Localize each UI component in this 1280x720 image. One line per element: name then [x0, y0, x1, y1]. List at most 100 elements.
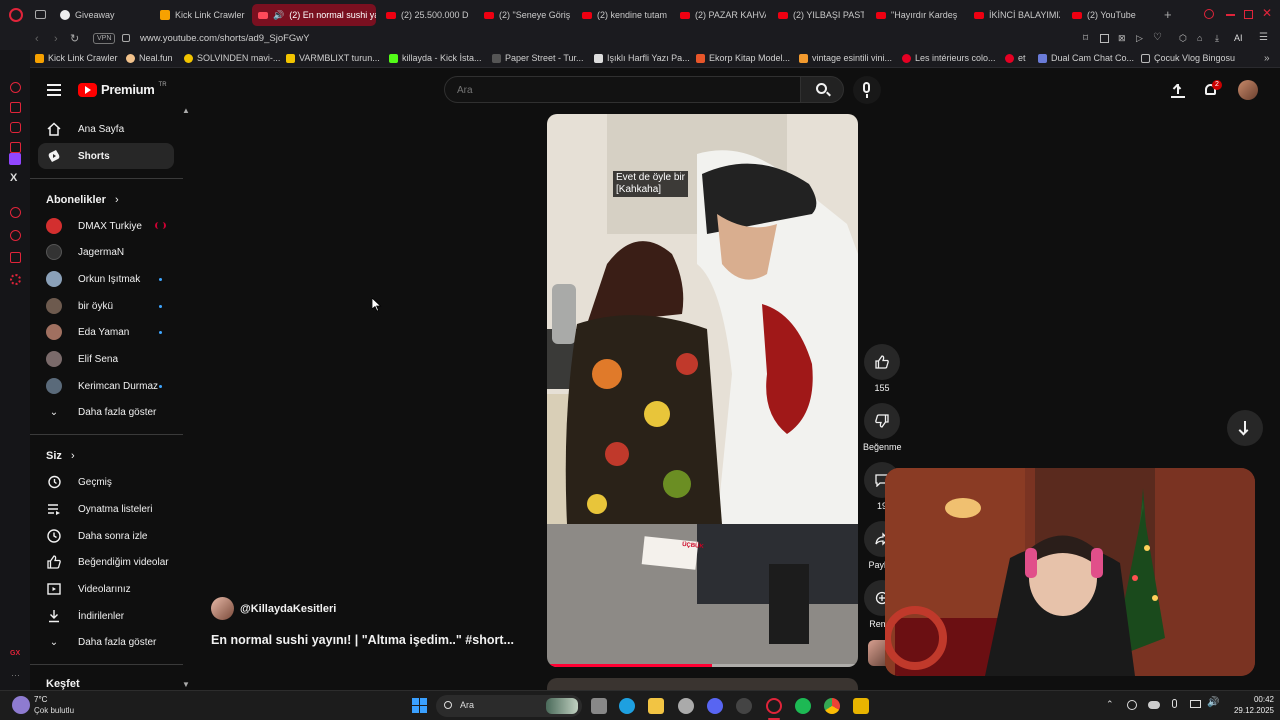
file-explorer-icon[interactable] — [648, 698, 664, 714]
search-tabs-icon[interactable] — [1204, 9, 1214, 19]
speaker-icon[interactable]: 🔊 — [1207, 697, 1219, 708]
channel-info[interactable]: @KillaydaKesitleri — [211, 597, 336, 620]
like-button[interactable]: 155 — [864, 344, 900, 393]
more-icon[interactable]: ⋯ — [11, 670, 20, 681]
opera-logo-icon[interactable] — [9, 8, 23, 22]
bookmark-icon[interactable]: ⌑ — [1083, 33, 1088, 44]
channel-handle[interactable]: @KillaydaKesitleri — [240, 603, 336, 615]
tab-youtube-5[interactable]: (2) PAZAR KAHVA — [674, 4, 766, 26]
bookmark-item[interactable]: VARMBLIXT turun... — [286, 53, 380, 63]
aria-ai-button[interactable]: AI — [1234, 33, 1243, 43]
tab-kick-link-crawler[interactable]: Kick Link Crawler — [154, 4, 254, 26]
tray-expand-icon[interactable]: ⌃ — [1106, 699, 1114, 710]
sidebar-item-playlists[interactable]: Oynatma listeleri — [38, 496, 174, 522]
maximize-icon[interactable] — [1244, 10, 1253, 19]
sidebar-scroll-down-icon[interactable]: ▼ — [182, 680, 190, 689]
url-field[interactable]: www.youtube.com/shorts/ad9_SjoFGwY — [140, 33, 310, 44]
tab-active-sushi[interactable]: 🔊 (2) En normal sushi ya — [252, 4, 376, 26]
lock-icon[interactable] — [122, 34, 130, 42]
snapshot-icon[interactable] — [1100, 34, 1109, 43]
tab-youtube-9[interactable]: (2) YouTube — [1066, 4, 1158, 26]
voice-search-button[interactable] — [853, 76, 881, 104]
bookmark-item[interactable]: Les intérieurs colo... — [902, 53, 996, 63]
progress-track[interactable] — [547, 664, 858, 667]
task-view-icon[interactable] — [591, 698, 607, 714]
forward-icon[interactable]: › — [54, 33, 58, 45]
chrome-icon[interactable] — [824, 698, 840, 714]
bookmark-item[interactable]: Kick Link Crawler — [35, 53, 118, 63]
clock-time[interactable]: 00:42 — [1230, 695, 1274, 704]
shorts-video-player[interactable]: ÜÇBÜK Evet de öyle bir [Kahkaha] — [547, 114, 858, 667]
notifications-button[interactable]: 2 — [1203, 80, 1222, 99]
search-box[interactable] — [444, 76, 801, 103]
subscription-bir-oyku[interactable]: bir öykü — [38, 293, 174, 319]
windows-start-icon[interactable] — [412, 698, 427, 713]
reload-icon[interactable]: ↻ — [70, 32, 79, 45]
account-avatar[interactable] — [1238, 80, 1258, 100]
bookmark-item[interactable]: Çocuk Vlog Bingosu — [1141, 53, 1235, 63]
sidebar-item-your-videos[interactable]: Videolarınız — [38, 576, 174, 602]
show-more-subscriptions[interactable]: ⌄ Daha fazla göster — [38, 399, 174, 425]
history-icon[interactable] — [10, 230, 21, 241]
gx-corner-icon[interactable]: GX — [10, 650, 20, 657]
bookmark-item[interactable]: Neal.fun — [126, 53, 173, 63]
sidebar-item-liked-videos[interactable]: Beğendiğim videolar — [38, 549, 174, 575]
extensions-icon[interactable] — [10, 252, 21, 263]
clock-app-icon[interactable] — [736, 698, 752, 714]
bookmark-item[interactable]: et — [1005, 53, 1026, 63]
profile-icon[interactable]: ⌂ — [1197, 33, 1202, 43]
shopping-icon[interactable] — [10, 102, 21, 113]
aria-icon[interactable] — [10, 82, 21, 93]
youtube-premium-logo[interactable]: Premium TR — [78, 82, 167, 97]
bookmark-item[interactable]: Dual Cam Chat Co... — [1038, 53, 1134, 63]
sidebar-item-downloads[interactable]: İndirilenler — [38, 603, 174, 629]
tab-giveaway[interactable]: Giveaway — [54, 4, 154, 26]
heart-icon[interactable]: ♡ — [1153, 32, 1162, 43]
back-icon[interactable]: ‹ — [35, 33, 39, 45]
create-upload-button[interactable] — [1171, 82, 1185, 98]
tab-youtube-2[interactable]: (2) 25.500.000 D — [380, 4, 472, 26]
tab-youtube-6[interactable]: (2) YILBAŞI PASTA — [772, 4, 864, 26]
subscription-kerimcan-durmaz[interactable]: Kerimcan Durmaz — [38, 373, 174, 399]
edge-icon[interactable] — [619, 698, 635, 714]
show-more-you[interactable]: ⌄ Daha fazla göster — [38, 629, 174, 655]
sidebar-item-history[interactable]: Geçmiş — [38, 469, 174, 495]
bookmark-item[interactable]: Işıklı Harfli Yazı Pa... — [594, 53, 690, 63]
tab-youtube-3[interactable]: (2) "Seneye Göriş — [478, 4, 570, 26]
bookmarks-more-icon[interactable]: » — [1264, 53, 1270, 64]
subscription-eda-yaman[interactable]: Eda Yaman — [38, 319, 174, 345]
settings-icon[interactable] — [10, 274, 21, 285]
player-icon[interactable] — [10, 207, 21, 218]
taskbar-search[interactable]: Ara — [436, 695, 582, 717]
tray-app-icon[interactable] — [1127, 700, 1137, 710]
streaming-app-icon[interactable] — [853, 698, 869, 714]
speaker-icon[interactable]: 🔊 — [273, 10, 284, 21]
workspaces-icon[interactable] — [35, 10, 46, 19]
next-short-button[interactable] — [1227, 410, 1263, 446]
x-twitter-icon[interactable]: X — [10, 172, 17, 184]
vk-icon[interactable] — [10, 142, 21, 153]
subscriptions-heading[interactable]: Abonelikler › — [46, 194, 119, 206]
subscription-orkun-isitmak[interactable]: Orkun Işıtmak — [38, 266, 174, 292]
tab-youtube-4[interactable]: (2) kendine tutam — [576, 4, 668, 26]
messenger-icon[interactable] — [10, 122, 21, 133]
clock-date[interactable]: 29.12.2025 — [1224, 706, 1274, 715]
minimize-icon[interactable] — [1226, 14, 1235, 16]
spotify-icon[interactable] — [795, 698, 811, 714]
hamburger-menu-icon[interactable] — [47, 84, 61, 96]
bookmark-item[interactable]: Ekorp Kitap Model... — [696, 53, 790, 63]
onedrive-icon[interactable] — [1148, 701, 1160, 709]
dislike-button[interactable]: Beğenme — [863, 403, 902, 452]
bookmark-item[interactable]: killayda - Kick İsta... — [389, 53, 482, 63]
sidebar-scroll-up-icon[interactable]: ▲ — [182, 106, 190, 115]
extensions-icon[interactable]: ⬡ — [1179, 33, 1187, 44]
download-icon[interactable]: ⤓ — [1215, 33, 1219, 44]
adblock-icon[interactable]: ⊠ — [1118, 33, 1126, 44]
sidebar-item-watch-later[interactable]: Daha sonra izle — [38, 523, 174, 549]
easy-setup-icon[interactable]: ☰ — [1259, 32, 1268, 43]
channel-avatar[interactable] — [211, 597, 234, 620]
twitch-icon[interactable] — [9, 153, 21, 165]
microphone-icon[interactable] — [1172, 699, 1177, 708]
close-icon[interactable]: ✕ — [1262, 6, 1272, 20]
bookmark-item[interactable]: Paper Street - Tur... — [492, 53, 584, 63]
